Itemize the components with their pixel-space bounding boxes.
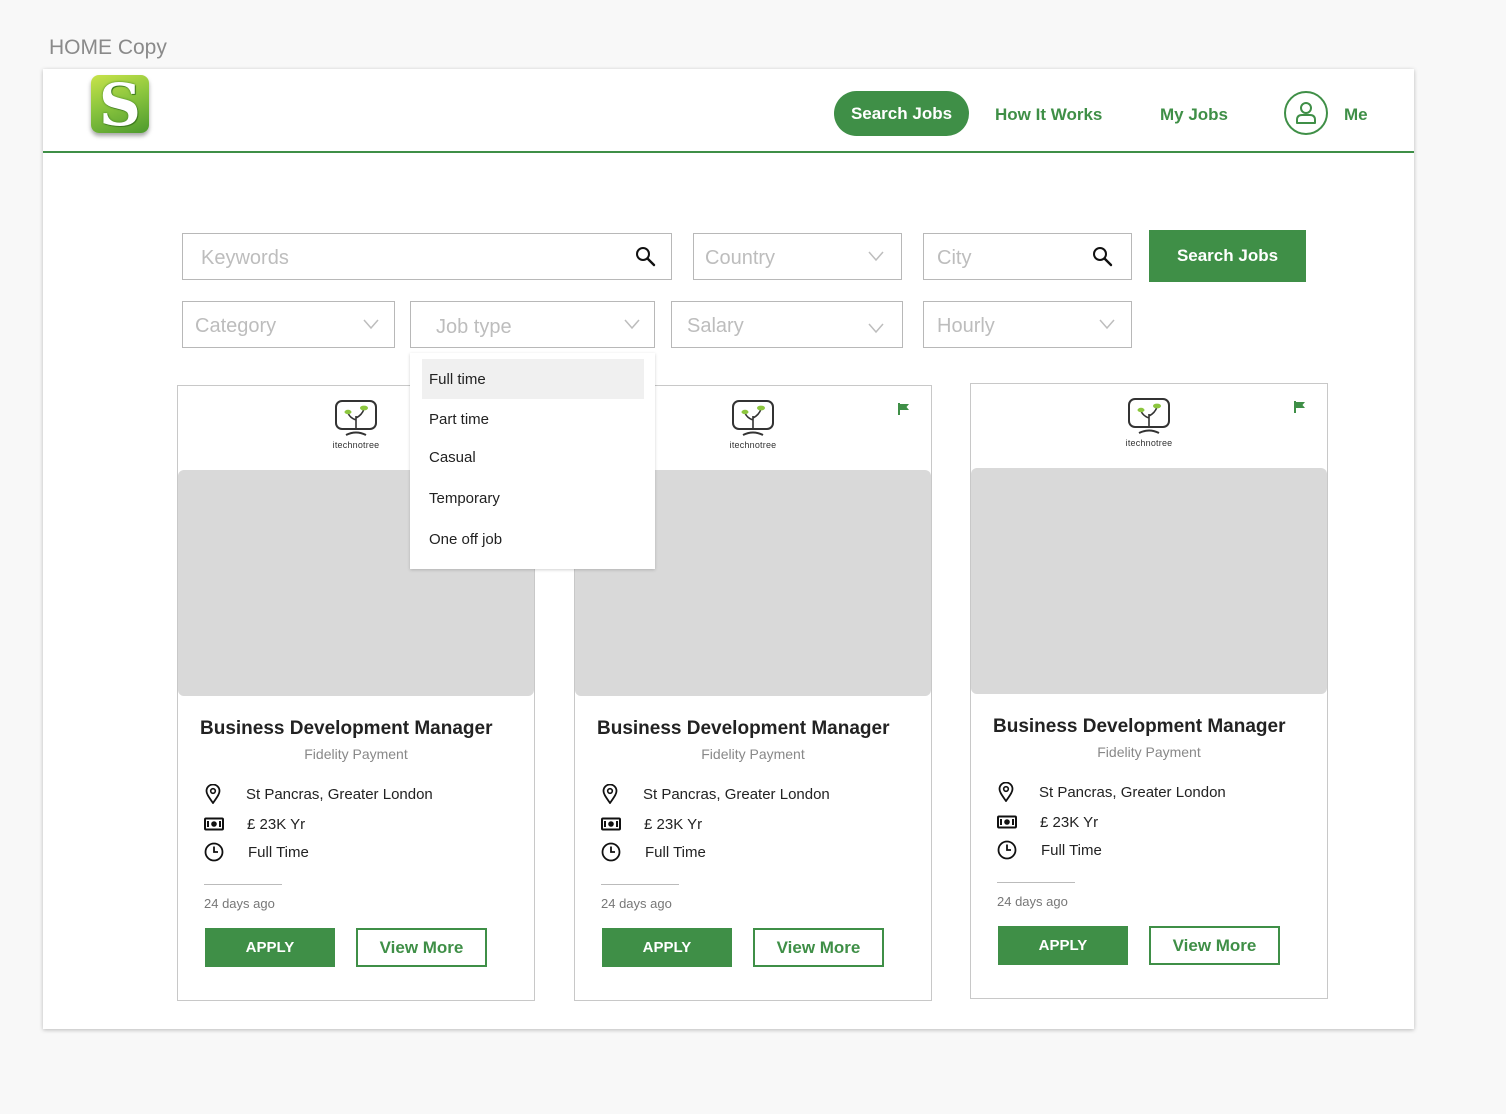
job-title[interactable]: Business Development Manager xyxy=(597,718,889,740)
flag-icon[interactable] xyxy=(1293,400,1307,414)
job-title[interactable]: Business Development Manager xyxy=(993,716,1285,738)
user-icon xyxy=(1296,102,1316,124)
view-more-button[interactable]: View More xyxy=(1149,926,1280,965)
keywords-placeholder: Keywords xyxy=(201,247,289,269)
job-title[interactable]: Business Development Manager xyxy=(200,718,492,740)
clock-icon xyxy=(204,842,224,862)
magnifier-icon[interactable] xyxy=(1092,246,1114,268)
job-type-option-casual[interactable]: Casual xyxy=(422,437,644,477)
job-salary: £ 23K Yr xyxy=(1040,814,1099,831)
itechnotree-logo-icon xyxy=(335,400,377,436)
search-jobs-button[interactable]: Search Jobs xyxy=(1149,230,1306,282)
job-card[interactable]: itechnotree Business Development Manager F… xyxy=(970,383,1328,999)
chevron-down-icon xyxy=(624,319,640,330)
city-placeholder: City xyxy=(937,247,972,269)
hourly-select[interactable]: Hourly xyxy=(923,301,1132,348)
card-divider xyxy=(997,882,1075,883)
salary-select[interactable]: Salary xyxy=(671,301,903,348)
banknote-icon xyxy=(997,815,1017,829)
nav-how-it-works-link[interactable]: How It Works xyxy=(995,105,1102,125)
artboard-label: HOME Copy xyxy=(49,36,167,59)
job-salary: £ 23K Yr xyxy=(247,816,306,833)
logo[interactable]: S xyxy=(91,71,149,139)
apply-button[interactable]: APPLY xyxy=(998,926,1128,965)
job-salary: £ 23K Yr xyxy=(644,816,703,833)
company-logo: itechnotree xyxy=(971,398,1327,450)
job-location: St Pancras, Greater London xyxy=(1039,784,1226,801)
job-type-option-one-off-job[interactable]: One off job xyxy=(422,519,644,559)
job-type: Full Time xyxy=(645,844,706,861)
view-more-button[interactable]: View More xyxy=(356,928,487,967)
job-type-dropdown-menu: Full time Part time Casual Temporary One… xyxy=(410,353,655,569)
job-type-option-temporary[interactable]: Temporary xyxy=(422,478,644,518)
job-location: St Pancras, Greater London xyxy=(643,786,830,803)
banknote-icon xyxy=(204,817,224,831)
banknote-icon xyxy=(601,817,621,831)
chevron-down-icon xyxy=(363,319,379,330)
map-pin-icon xyxy=(602,784,618,804)
card-divider xyxy=(601,884,679,885)
itechnotree-logo-icon xyxy=(732,400,774,436)
magnifier-icon[interactable] xyxy=(635,246,657,268)
job-type-select[interactable]: Job type xyxy=(410,301,655,348)
clock-icon xyxy=(997,840,1017,860)
chevron-down-icon xyxy=(1099,319,1115,330)
header: S Search Jobs How It Works My Jobs Me xyxy=(43,69,1414,153)
flag-icon[interactable] xyxy=(897,402,911,416)
category-select[interactable]: Category xyxy=(182,301,395,348)
salary-placeholder: Salary xyxy=(687,315,744,337)
company-brand-name: itechnotree xyxy=(1125,438,1173,448)
hourly-placeholder: Hourly xyxy=(937,315,995,337)
job-type-placeholder: Job type xyxy=(436,316,512,338)
company-name: Fidelity Payment xyxy=(304,746,408,762)
job-type-option-full-time[interactable]: Full time xyxy=(422,359,644,399)
chevron-down-icon xyxy=(868,323,884,334)
map-pin-icon xyxy=(998,782,1014,802)
chevron-down-icon xyxy=(868,251,884,262)
city-input[interactable]: City xyxy=(923,233,1132,280)
nav-me-link[interactable]: Me xyxy=(1344,105,1368,125)
posted-date: 24 days ago xyxy=(204,896,275,911)
apply-button[interactable]: APPLY xyxy=(205,928,335,967)
job-location: St Pancras, Greater London xyxy=(246,786,433,803)
avatar[interactable] xyxy=(1284,91,1328,135)
nav-my-jobs-link[interactable]: My Jobs xyxy=(1160,105,1228,125)
logo-letter: S xyxy=(99,71,141,139)
country-placeholder: Country xyxy=(705,247,776,269)
view-more-button[interactable]: View More xyxy=(753,928,884,967)
posted-date: 24 days ago xyxy=(601,896,672,911)
job-type: Full Time xyxy=(1041,842,1102,859)
company-name: Fidelity Payment xyxy=(1097,744,1201,760)
clock-icon xyxy=(601,842,621,862)
job-type-option-part-time[interactable]: Part time xyxy=(422,399,644,439)
app-frame: S Search Jobs How It Works My Jobs Me Ke… xyxy=(43,69,1414,1029)
map-pin-icon xyxy=(205,784,221,804)
nav-search-jobs-button[interactable]: Search Jobs xyxy=(834,91,969,136)
job-type: Full Time xyxy=(248,844,309,861)
keywords-input[interactable]: Keywords xyxy=(182,233,672,280)
card-divider xyxy=(204,884,282,885)
apply-button[interactable]: APPLY xyxy=(602,928,732,967)
category-placeholder: Category xyxy=(195,315,277,337)
itechnotree-logo-icon xyxy=(1128,398,1170,434)
job-image-placeholder xyxy=(971,468,1327,694)
country-select[interactable]: Country xyxy=(693,233,902,280)
posted-date: 24 days ago xyxy=(997,894,1068,909)
company-name: Fidelity Payment xyxy=(701,746,805,762)
